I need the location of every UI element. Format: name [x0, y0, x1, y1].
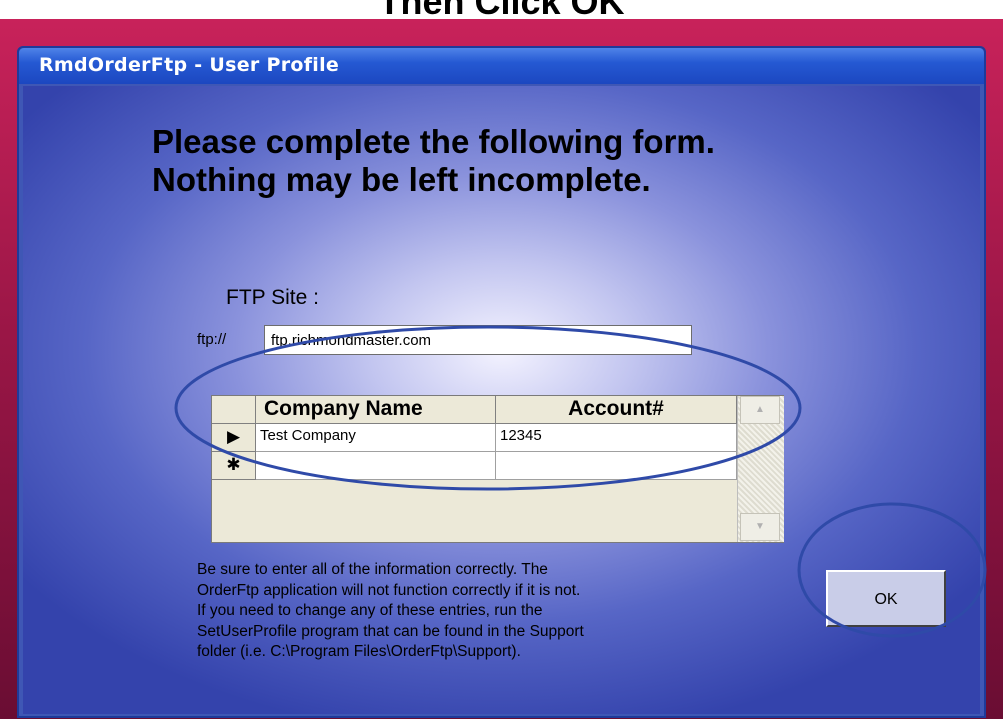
scroll-up-icon[interactable]: ▲ — [740, 396, 780, 424]
company-account-grid[interactable]: Company Name Account# ▶ Test Company 123… — [211, 395, 784, 543]
grid-vertical-scrollbar[interactable]: ▲ ▼ — [737, 396, 784, 542]
form-area: Please complete the following form. Noth… — [23, 86, 980, 714]
ftp-site-label: FTP Site : — [226, 286, 319, 309]
help-text: Be sure to enter all of the information … — [197, 560, 717, 663]
title-bar[interactable]: RmdOrderFtp - User Profile — [19, 48, 984, 84]
scroll-down-icon[interactable]: ▼ — [740, 513, 780, 541]
column-header-account[interactable]: Account# — [496, 396, 737, 424]
cell-new-company-name[interactable] — [256, 452, 496, 480]
help-line-2: OrderFtp application will not function c… — [197, 581, 581, 599]
help-line-4: SetUserProfile program that can be found… — [197, 622, 584, 640]
instruction-banner: Then Click OK — [378, 0, 625, 22]
user-profile-window: RmdOrderFtp - User Profile Please comple… — [17, 46, 986, 718]
form-heading: Please complete the following form. Noth… — [152, 123, 715, 199]
column-header-company-name[interactable]: Company Name — [256, 396, 496, 424]
ftp-prefix-label: ftp:// — [197, 331, 227, 348]
help-line-3: If you need to change any of these entri… — [197, 602, 543, 619]
grid-header-corner — [212, 396, 256, 424]
cell-company-name[interactable]: Test Company — [256, 424, 496, 452]
window-title: RmdOrderFtp - User Profile — [39, 54, 340, 76]
ftp-site-input[interactable] — [264, 325, 692, 355]
window-frame: RmdOrderFtp - User Profile Please comple… — [0, 19, 1003, 719]
cell-new-account-number[interactable] — [496, 452, 737, 480]
help-line-5: folder (i.e. C:\Program Files\OrderFtp\S… — [197, 643, 521, 660]
heading-line-1: Please complete the following form. — [152, 123, 715, 160]
help-line-1: Be sure to enter all of the information … — [197, 561, 548, 578]
cell-account-number[interactable]: 12345 — [496, 424, 737, 452]
ok-button-label: OK — [874, 591, 898, 608]
heading-line-2: Nothing may be left incomplete. — [152, 161, 651, 198]
new-row-asterisk-icon[interactable]: ✱ — [212, 452, 256, 480]
ok-button[interactable]: OK — [826, 570, 946, 627]
current-row-arrow-icon[interactable]: ▶ — [212, 424, 256, 452]
